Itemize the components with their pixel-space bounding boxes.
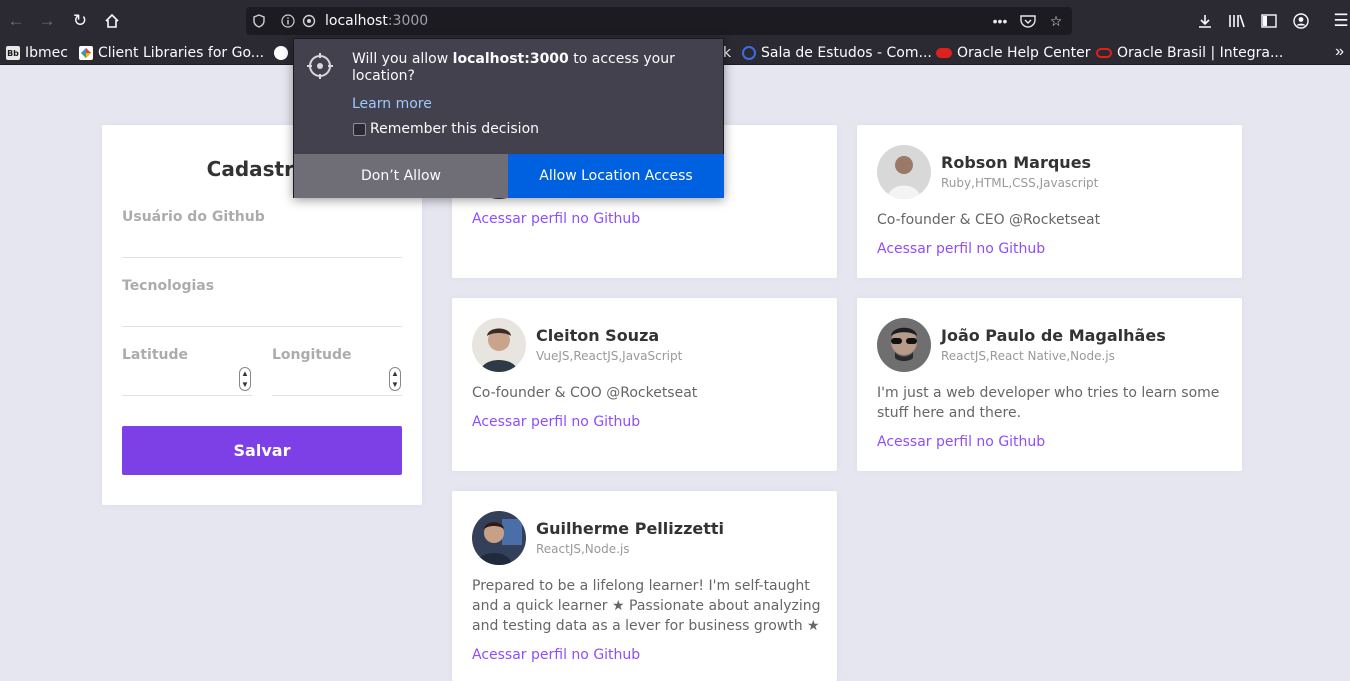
dev-name: João Paulo de Magalhães xyxy=(941,326,1166,345)
learn-more-link[interactable]: Learn more xyxy=(352,96,432,112)
oracle-icon xyxy=(1096,48,1112,58)
downloads-icon[interactable] xyxy=(1192,8,1218,34)
shield-icon[interactable] xyxy=(250,12,268,30)
dev-card: João Paulo de Magalhães ReactJS,React Na… xyxy=(857,298,1242,471)
pocket-icon[interactable] xyxy=(1017,11,1039,31)
library-icon[interactable] xyxy=(1224,8,1250,34)
spin-down-icon[interactable]: ▼ xyxy=(391,380,399,389)
longitude-spinner[interactable]: ▲ ▼ xyxy=(389,367,401,391)
longitude-input[interactable] xyxy=(272,367,382,395)
spin-down-icon[interactable]: ▼ xyxy=(241,380,249,389)
location-crosshair-icon xyxy=(306,52,334,80)
dev-bio: Prepared to be a lifelong learner! I'm s… xyxy=(472,578,821,634)
dev-name: Robson Marques xyxy=(941,153,1092,172)
latitude-underline xyxy=(122,395,252,396)
dev-techs: Ruby,HTML,CSS,Javascript xyxy=(941,176,1099,190)
location-permission-popup: Will you allow localhost:3000 to access … xyxy=(293,38,724,198)
techs-underline xyxy=(122,326,402,327)
spin-up-icon[interactable]: ▲ xyxy=(241,369,249,378)
account-icon[interactable] xyxy=(1288,8,1314,34)
github-username-underline xyxy=(122,257,402,258)
dev-bio: I'm just a web developer who tries to le… xyxy=(877,385,1220,421)
forward-icon[interactable]: → xyxy=(34,8,60,34)
bookmark-oracle-brasil[interactable]: Oracle Brasil | Integra... xyxy=(1096,44,1283,62)
latitude-spinner[interactable]: ▲ ▼ xyxy=(239,367,251,391)
bookmark-star-icon[interactable]: ☆ xyxy=(1045,11,1067,31)
browser-toolbar: ← → ↻ localhost:3000 ••• ☆ ☰ xyxy=(0,0,1350,41)
dev-name: Cleiton Souza xyxy=(536,326,660,345)
bookmark-sala-de-estudos[interactable]: Sala de Estudos - Com... xyxy=(742,44,932,62)
save-button[interactable]: Salvar xyxy=(122,426,402,475)
github-profile-link[interactable]: Acessar perfil no Github xyxy=(877,241,1045,257)
dev-card: Guilherme Pellizzetti ReactJS,Node.js Pr… xyxy=(452,491,837,681)
longitude-label: Longitude xyxy=(272,347,352,363)
github-username-input[interactable] xyxy=(122,229,402,257)
dev-techs: ReactJS,Node.js xyxy=(536,542,630,556)
bookmark-client-libraries[interactable]: Client Libraries for Go... xyxy=(79,44,264,62)
github-profile-link[interactable]: Acessar perfil no Github xyxy=(472,647,640,663)
github-profile-link[interactable]: Acessar perfil no Github xyxy=(472,414,640,430)
home-icon[interactable] xyxy=(99,8,125,34)
dev-card: Cleiton Souza VueJS,ReactJS,JavaScript C… xyxy=(452,298,837,471)
google-cloud-icon xyxy=(79,46,93,60)
bookmark-github[interactable] xyxy=(274,44,293,62)
dev-bio: Co-founder & CEO @Rocketseat xyxy=(877,212,1101,228)
reload-icon[interactable]: ↻ xyxy=(67,8,93,34)
avatar xyxy=(472,511,526,565)
oracle-icon xyxy=(936,48,952,58)
latitude-label: Latitude xyxy=(122,347,189,363)
avatar xyxy=(877,318,931,372)
avatar xyxy=(472,318,526,372)
spin-up-icon[interactable]: ▲ xyxy=(391,369,399,378)
longitude-underline xyxy=(272,395,402,396)
latitude-input[interactable] xyxy=(122,367,232,395)
remember-checkbox-label[interactable]: Remember this decision xyxy=(370,121,539,137)
blackboard-icon: Bb xyxy=(6,46,20,60)
location-permission-icon[interactable] xyxy=(300,12,318,30)
popup-message: Will you allow localhost:3000 to access … xyxy=(352,51,675,84)
page-actions-icon[interactable]: ••• xyxy=(989,11,1011,31)
dev-name: Guilherme Pellizzetti xyxy=(536,519,725,538)
github-username-label: Usuário do Github xyxy=(122,209,265,225)
bookmark-fragment[interactable]: k xyxy=(723,44,731,62)
bookmarks-overflow-icon[interactable]: » xyxy=(1335,43,1344,61)
dev-card: Robson Marques Ruby,HTML,CSS,Javascript … xyxy=(857,125,1242,278)
dev-bio: Co-founder & COO @Rocketseat xyxy=(472,385,698,401)
allow-location-button[interactable]: Allow Location Access xyxy=(508,154,724,198)
avatar xyxy=(877,145,931,199)
techs-input[interactable] xyxy=(122,298,402,326)
url-bar[interactable]: localhost:3000 ••• ☆ xyxy=(246,7,1072,35)
github-profile-link[interactable]: Acessar perfil no Github xyxy=(472,211,640,227)
github-profile-link[interactable]: Acessar perfil no Github xyxy=(877,434,1045,450)
bookmark-oracle-help[interactable]: Oracle Help Center xyxy=(936,44,1091,62)
github-icon xyxy=(274,46,288,60)
back-icon[interactable]: ← xyxy=(3,8,29,34)
url-text[interactable]: localhost:3000 xyxy=(325,13,428,29)
dont-allow-button[interactable]: Don’t Allow xyxy=(294,154,508,198)
dev-techs: ReactJS,React Native,Node.js xyxy=(941,349,1115,363)
remember-checkbox[interactable] xyxy=(353,123,366,136)
menu-icon[interactable]: ☰ xyxy=(1328,8,1350,34)
sidebar-icon[interactable] xyxy=(1256,8,1282,34)
info-icon[interactable] xyxy=(279,12,297,30)
dev-techs: VueJS,ReactJS,JavaScript xyxy=(536,349,683,363)
techs-label: Tecnologias xyxy=(122,278,215,294)
circle-icon xyxy=(742,46,756,60)
bookmark-ibmec[interactable]: Bb Ibmec xyxy=(6,44,68,62)
